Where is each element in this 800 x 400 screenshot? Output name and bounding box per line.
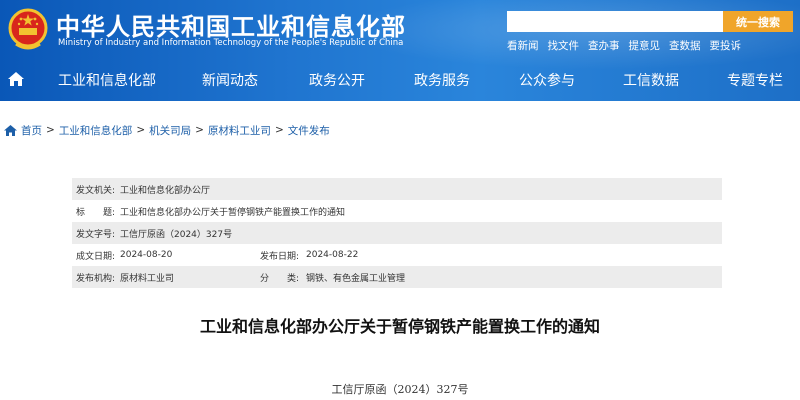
breadcrumb-separator: >	[274, 124, 284, 136]
pubdate-value: 2024-08-22	[306, 250, 359, 260]
title-label: 标 题:	[76, 207, 116, 218]
meta-row-org: 发布机构: 原材料工业司 分 类: 钢铁、有色金属工业管理	[72, 266, 722, 288]
breadcrumb-departments[interactable]: 机关司局	[149, 123, 191, 138]
breadcrumb-separator: >	[46, 124, 55, 136]
meta-row-title: 标 题: 工业和信息化部办公厅关于暂停钢铁产能置换工作的通知	[72, 200, 722, 222]
main-nav: 工业和信息化部 新闻动态 政务公开 政务服务 公众参与 工信数据 专题专栏	[0, 62, 800, 96]
quick-link-news[interactable]: 看新闻	[507, 38, 539, 53]
breadcrumb: 首页 > 工业和信息化部 > 机关司局 > 原材料工业司 > 文件发布	[0, 122, 330, 138]
site-subtitle: Ministry of Industry and Information Tec…	[58, 38, 404, 48]
date-value: 2024-08-20	[120, 250, 173, 260]
docno-value: 工信厅原函（2024）327号	[120, 229, 233, 240]
national-emblem-icon	[8, 8, 48, 50]
nav-item-topics[interactable]: 专题专栏	[727, 70, 783, 90]
site-title[interactable]: 中华人民共和国工业和信息化部	[56, 7, 406, 42]
breadcrumb-separator: >	[195, 124, 204, 136]
meta-row-dates: 成文日期: 2024-08-20 发布日期: 2024-08-22	[72, 244, 722, 266]
search-input[interactable]	[507, 11, 723, 32]
issuer-value: 工业和信息化部办公厅	[120, 185, 211, 196]
nav-item-miit[interactable]: 工业和信息化部	[58, 70, 156, 90]
document-number: 工信厅原函（2024）327号	[331, 383, 469, 396]
title-value: 工业和信息化部办公厅关于暂停钢铁产能置换工作的通知	[120, 207, 346, 218]
quick-link-services[interactable]: 查办事	[588, 38, 620, 53]
nav-item-services[interactable]: 政务服务	[414, 70, 470, 90]
category-label: 分 类:	[260, 273, 300, 284]
quick-link-complaint[interactable]: 要投诉	[710, 38, 742, 53]
search-button[interactable]: 统一搜索	[723, 11, 793, 32]
quick-link-data[interactable]: 查数据	[669, 38, 701, 53]
nav-item-participation[interactable]: 公众参与	[519, 70, 575, 90]
breadcrumb-home[interactable]: 首页	[21, 123, 42, 138]
quick-links: 看新闻 找文件 查办事 提意见 查数据 要投诉	[507, 38, 750, 53]
meta-row-docno: 发文字号: 工信厅原函（2024）327号	[72, 222, 722, 244]
home-icon	[4, 124, 17, 136]
breadcrumb-raw-materials[interactable]: 原材料工业司	[208, 123, 271, 138]
nav-item-news[interactable]: 新闻动态	[202, 70, 258, 90]
docno-label: 发文字号:	[76, 229, 116, 240]
breadcrumb-separator: >	[136, 124, 146, 136]
site-header: 中华人民共和国工业和信息化部 Ministry of Industry and …	[0, 0, 800, 101]
quick-link-feedback[interactable]: 提意见	[629, 38, 661, 53]
home-icon[interactable]	[7, 71, 25, 87]
pubdate-label: 发布日期:	[260, 251, 300, 262]
quick-link-files[interactable]: 找文件	[548, 38, 580, 53]
org-value: 原材料工业司	[120, 273, 175, 284]
date-label: 成文日期:	[76, 251, 116, 262]
category-value: 钢铁、有色金属工业管理	[306, 273, 406, 284]
breadcrumb-documents[interactable]: 文件发布	[288, 123, 330, 138]
meta-row-issuer: 发文机关: 工业和信息化部办公厅	[72, 178, 722, 200]
nav-item-gov-affairs[interactable]: 政务公开	[309, 70, 365, 90]
org-label: 发布机构:	[76, 273, 116, 284]
nav-item-data[interactable]: 工信数据	[623, 70, 679, 90]
issuer-label: 发文机关:	[76, 185, 116, 196]
document-title: 工业和信息化部办公厅关于暂停钢铁产能置换工作的通知	[199, 317, 600, 336]
breadcrumb-miit[interactable]: 工业和信息化部	[59, 123, 133, 138]
